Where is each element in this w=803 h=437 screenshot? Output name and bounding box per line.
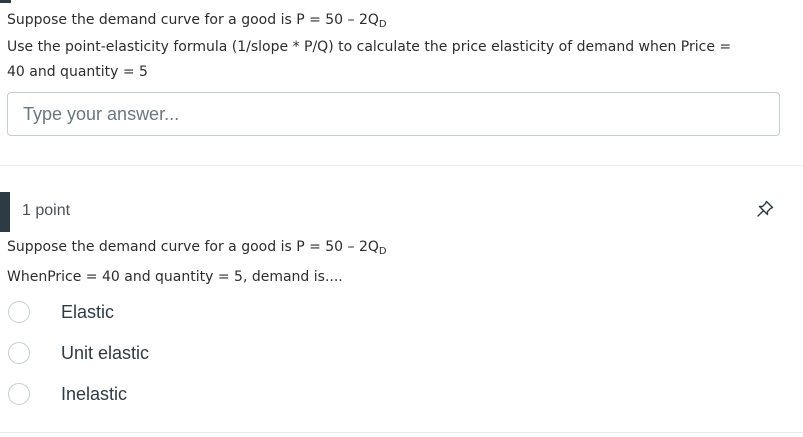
- question-divider: [0, 165, 803, 166]
- question-marker-bar: [0, 0, 11, 3]
- option-inelastic[interactable]: Inelastic: [8, 381, 308, 407]
- question1-statement-subscript: D: [378, 19, 387, 30]
- quiz-page: Suppose the demand curve for a good is P…: [0, 0, 803, 437]
- question1-statement-text: Suppose the demand curve for a good is P…: [7, 12, 379, 28]
- answer-input[interactable]: [7, 92, 780, 136]
- radio-button[interactable]: [8, 342, 30, 364]
- option-unit-elastic[interactable]: Unit elastic: [8, 340, 308, 366]
- question2-points: 1 point: [22, 202, 71, 219]
- option-label: Elastic: [61, 301, 115, 322]
- radio-button[interactable]: [8, 383, 30, 405]
- question-divider: [0, 432, 803, 433]
- question-marker-bar: [0, 192, 10, 232]
- pin-icon[interactable]: [754, 198, 776, 220]
- question1-instruction-cont: 40 and quantity = 5: [7, 64, 148, 80]
- question2-prompt: WhenPrice = 40 and quantity = 5, demand …: [7, 269, 343, 285]
- option-label: Unit elastic: [61, 342, 150, 363]
- radio-button[interactable]: [8, 301, 30, 323]
- option-label: Inelastic: [61, 383, 128, 404]
- question1-statement: Suppose the demand curve for a good is P…: [7, 11, 387, 30]
- option-elastic[interactable]: Elastic: [8, 299, 308, 325]
- question2-statement-subscript: D: [378, 246, 387, 257]
- question2-statement-text: Suppose the demand curve for a good is P…: [7, 239, 379, 255]
- question1-instruction: Use the point-elasticity formula (1/slop…: [7, 39, 732, 55]
- question2-statement: Suppose the demand curve for a good is P…: [7, 238, 387, 257]
